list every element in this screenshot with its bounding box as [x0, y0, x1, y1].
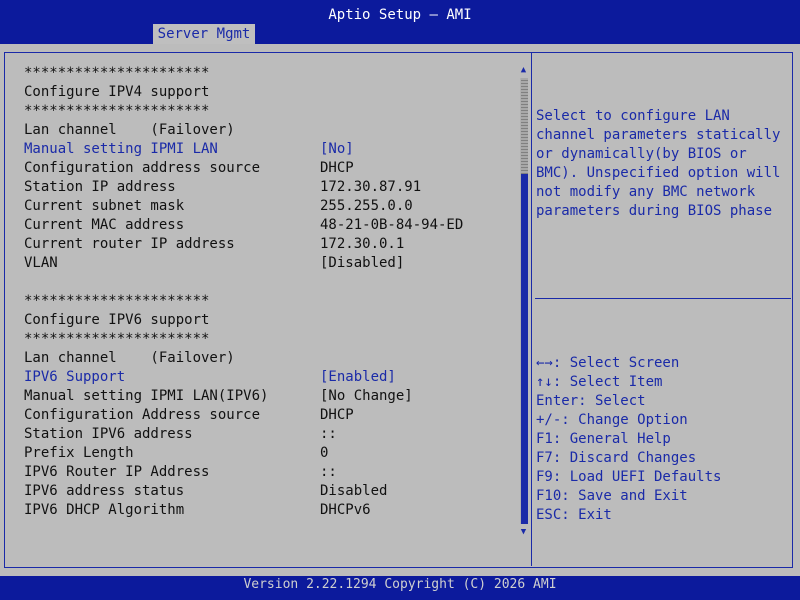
ipv6-lan-channel: Lan channel (Failover) [24, 350, 235, 366]
key-legend-line: Enter: Select [536, 393, 646, 409]
station-ipv6-label: Station IPV6 address [24, 426, 193, 442]
ipv6-address-source-value: DHCP [320, 407, 354, 423]
mac-address: Current MAC address 48-21-0B-84-94-ED [24, 216, 463, 235]
tab-server-mgmt[interactable]: Server Mgmt [153, 24, 255, 44]
manual-ipmi-lan-ipv6-setting[interactable]: Manual setting IPMI LAN(IPV6) [No Change… [24, 387, 413, 406]
ipv6-heading: Configure IPV6 support [24, 312, 210, 328]
help-text-line: channel parameters statically [536, 127, 781, 143]
manual-ipmi-lan-value[interactable]: [No] [320, 140, 354, 159]
manual-ipmi-lan-setting[interactable]: Manual setting IPMI LAN [No] [24, 140, 354, 159]
station-ip-label: Station IP address [24, 179, 176, 195]
key-legend: ←→: Select Screen ↑↓: Select Item Enter: S… [536, 354, 786, 525]
ipv6-stars-top: ********************** [24, 293, 210, 309]
help-divider [535, 298, 791, 299]
manual-ipmi-lan-label: Manual setting IPMI LAN [24, 141, 218, 157]
main-panel: ********************** Configure IPV4 su… [0, 44, 800, 576]
scrollbar-track[interactable] [520, 78, 528, 524]
key-legend-line: ESC: Exit [536, 507, 612, 523]
ipv6-dhcp-algorithm: IPV6 DHCP Algorithm DHCPv6 [24, 501, 371, 520]
help-text: Select to configure LAN channel parameter… [536, 107, 786, 221]
key-legend-line: ↑↓: Select Item [536, 374, 663, 390]
key-legend-line: F1: General Help [536, 431, 671, 447]
key-legend-line: ←→: Select Screen [536, 355, 680, 371]
subnet-mask-label: Current subnet mask [24, 198, 185, 214]
key-legend-line: F10: Save and Exit [536, 488, 688, 504]
ipv6-dhcp-algorithm-value: DHCPv6 [320, 502, 371, 518]
ipv6-address-status-value: Disabled [320, 483, 388, 499]
vlan-setting[interactable]: VLAN [Disabled] [24, 254, 404, 273]
subnet-mask-value: 255.255.0.0 [320, 198, 413, 214]
station-ipv6-address: Station IPV6 address :: [24, 425, 337, 444]
station-ip-address: Station IP address 172.30.87.91 [24, 178, 421, 197]
prefix-length-value: 0 [320, 445, 329, 461]
router-ip-address: Current router IP address 172.30.0.1 [24, 235, 404, 254]
ipv4-stars-top: ********************** [24, 65, 210, 81]
help-text-line: not modify any BMC network [536, 184, 756, 200]
ipv6-support-setting[interactable]: IPV6 Support [Enabled] [24, 368, 396, 387]
ipv4-heading: Configure IPV4 support [24, 84, 210, 100]
vlan-value[interactable]: [Disabled] [320, 254, 404, 273]
prefix-length-label: Prefix Length [24, 445, 134, 461]
manual-ipmi-lan-ipv6-label: Manual setting IPMI LAN(IPV6) [24, 388, 269, 404]
ipv6-router-ip-value: :: [320, 464, 337, 480]
prefix-length: Prefix Length 0 [24, 444, 328, 463]
ipv4-address-source: Configuration address source DHCP [24, 159, 354, 178]
router-ip-value: 172.30.0.1 [320, 236, 405, 252]
vlan-label: VLAN [24, 255, 58, 271]
ipv4-address-source-label: Configuration address source [24, 160, 261, 176]
ipv6-stars-bottom: ********************** [24, 331, 210, 347]
scroll-down-arrow-icon[interactable]: ▼ [519, 526, 528, 538]
help-text-line: BMC). Unspecified option will [536, 165, 781, 181]
ipv6-address-source: Configuration Address source DHCP [24, 406, 354, 425]
mac-address-label: Current MAC address [24, 217, 185, 233]
ipv4-lan-channel: Lan channel (Failover) [24, 122, 235, 138]
version-footer: Version 2.22.1294 Copyright (C) 2026 AMI [243, 577, 557, 592]
key-legend-line: +/-: Change Option [536, 412, 688, 428]
router-ip-label: Current router IP address [24, 236, 235, 252]
key-legend-line: F7: Discard Changes [536, 450, 697, 466]
app-title: Aptio Setup – AMI [328, 7, 472, 23]
help-text-line: Select to configure LAN [536, 108, 730, 124]
title-bar: Aptio Setup – AMI Server Mgmt [0, 0, 800, 44]
settings-scrollbar[interactable]: ▲ ▼ [519, 64, 528, 538]
ipv6-support-label: IPV6 Support [24, 369, 126, 385]
station-ipv6-value: :: [320, 426, 337, 442]
ipv6-address-status: IPV6 address status Disabled [24, 482, 387, 501]
key-legend-line: F9: Load UEFI Defaults [536, 469, 722, 485]
manual-ipmi-lan-ipv6-value[interactable]: [No Change] [320, 387, 413, 406]
ipv4-stars-bottom: ********************** [24, 103, 210, 119]
ipv6-router-ip: IPV6 Router IP Address :: [24, 463, 337, 482]
ipv6-support-value[interactable]: [Enabled] [320, 368, 396, 387]
station-ip-value: 172.30.87.91 [320, 179, 422, 195]
subnet-mask: Current subnet mask 255.255.0.0 [24, 197, 413, 216]
help-text-line: or dynamically(by BIOS or [536, 146, 747, 162]
scrollbar-thumb[interactable] [521, 78, 528, 174]
ipv6-router-ip-label: IPV6 Router IP Address [24, 464, 210, 480]
ipv6-address-status-label: IPV6 address status [24, 483, 185, 499]
ipv6-address-source-label: Configuration Address source [24, 407, 261, 423]
ipv6-dhcp-algorithm-label: IPV6 DHCP Algorithm [24, 502, 185, 518]
scroll-up-arrow-icon[interactable]: ▲ [519, 64, 528, 76]
help-text-line: parameters during BIOS phase [536, 203, 773, 219]
vertical-divider [531, 52, 532, 566]
ipv4-address-source-value: DHCP [320, 160, 354, 176]
mac-address-value: 48-21-0B-84-94-ED [320, 217, 464, 233]
scrollbar-fill [521, 174, 528, 524]
